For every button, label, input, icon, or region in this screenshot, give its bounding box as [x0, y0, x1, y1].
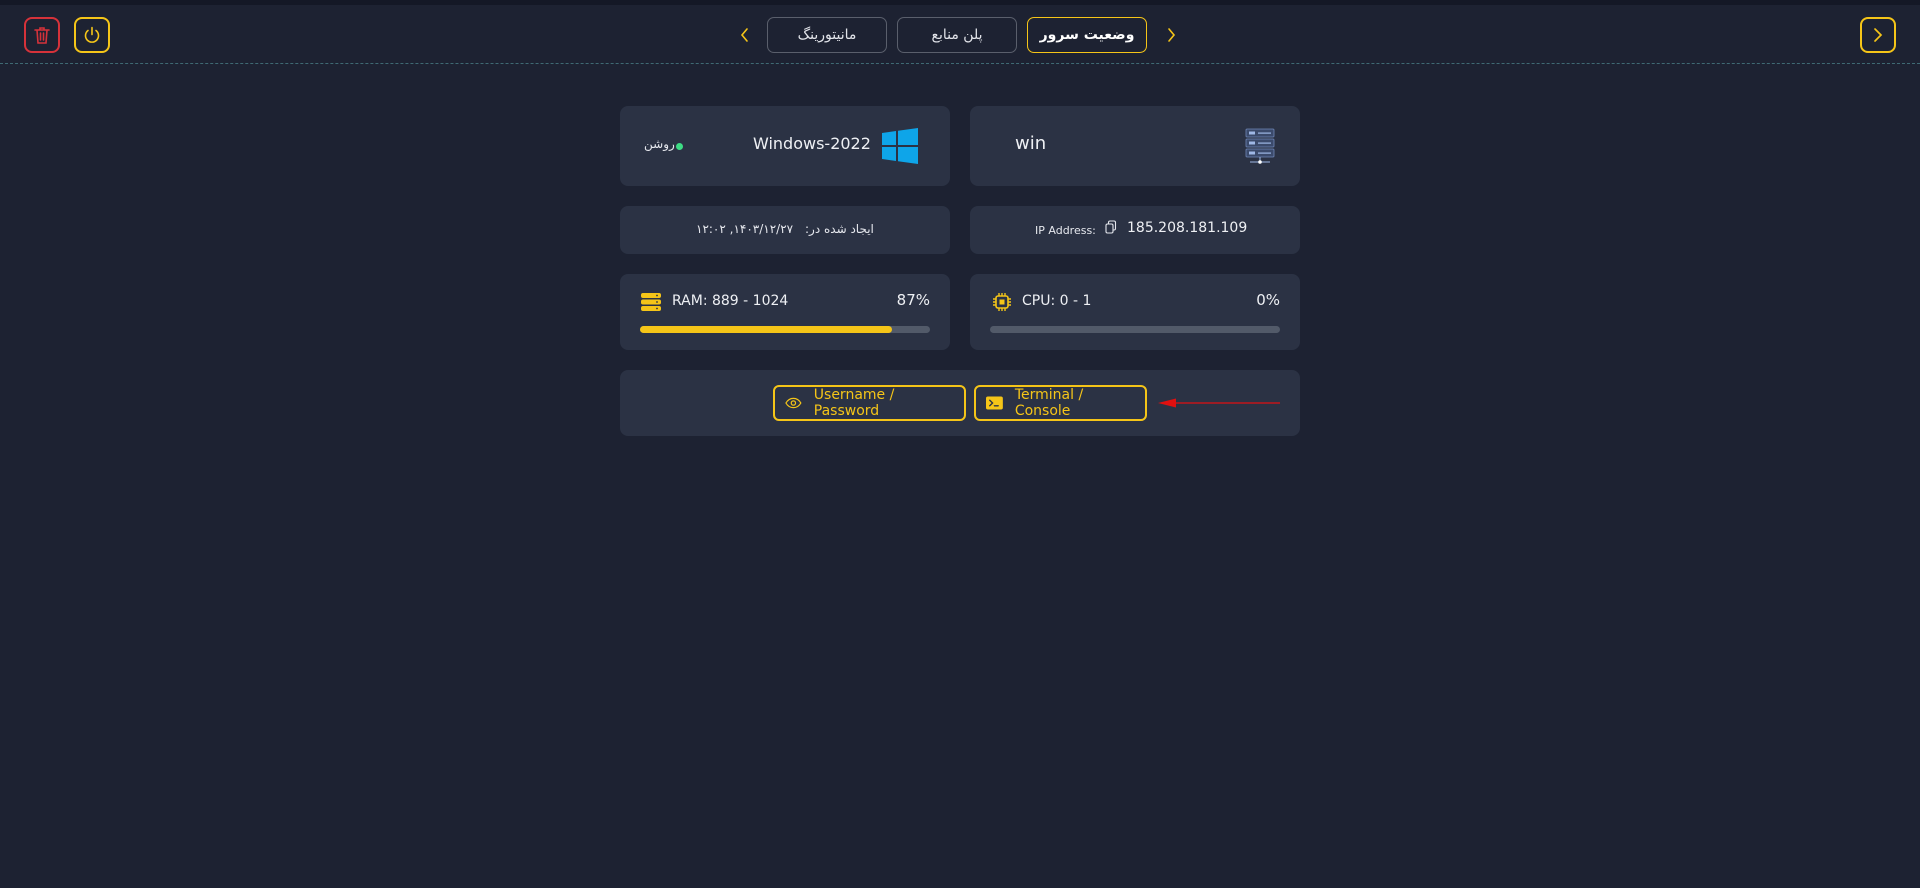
actions-card: Username / Password Terminal / Console — [620, 370, 1300, 436]
os-name: Windows-2022 — [753, 134, 871, 153]
tab-bar: مانیتورینگ پلن منابع وضعیت سرور — [733, 17, 1183, 53]
annotation-arrow — [1158, 398, 1280, 408]
header: مانیتورینگ پلن منابع وضعیت سرور — [0, 5, 1920, 64]
server-name-card: win — [970, 106, 1300, 186]
tab-resource-plan[interactable]: پلن منابع — [897, 17, 1017, 53]
cpu-icon — [993, 293, 1011, 311]
ram-card: RAM: 889 - 1024 87% — [620, 274, 950, 350]
power-icon — [84, 26, 100, 43]
chevron-right-icon — [1874, 28, 1883, 42]
credentials-button[interactable]: Username / Password — [773, 385, 966, 421]
tabs-next-button[interactable] — [1159, 17, 1183, 53]
created-date-card: ۱۴۰۳/۱۲/۲۷, ۱۲:۰۲ ایجاد شده در: — [620, 206, 950, 254]
ram-progress-fill — [640, 326, 893, 333]
console-button[interactable]: Terminal / Console — [974, 385, 1147, 421]
chevron-left-icon — [740, 28, 748, 42]
tabs-prev-button[interactable] — [733, 17, 757, 53]
back-button[interactable] — [1860, 17, 1896, 53]
cpu-percent: 0% — [1256, 291, 1280, 309]
eye-icon — [785, 397, 802, 409]
tab-monitoring[interactable]: مانیتورینگ — [767, 17, 887, 53]
ip-label: IP Address: — [1035, 224, 1096, 237]
cpu-card: CPU: 0 - 1 0% — [970, 274, 1300, 350]
power-button[interactable] — [74, 17, 110, 53]
tab-server-status[interactable]: وضعیت سرور — [1027, 17, 1147, 53]
status-dot — [676, 143, 683, 150]
copy-icon[interactable] — [1105, 220, 1117, 234]
windows-logo-icon — [882, 128, 918, 164]
cpu-progress-track — [990, 326, 1280, 333]
ip-card: IP Address: 185.208.181.109 — [970, 206, 1300, 254]
ram-icon — [641, 293, 661, 311]
trash-icon — [34, 27, 50, 44]
os-card: روشن Windows-2022 — [620, 106, 950, 186]
delete-server-button[interactable] — [24, 17, 60, 53]
cpu-label: CPU: 0 - 1 — [1022, 293, 1092, 309]
console-button-label: Terminal / Console — [1014, 387, 1084, 419]
status-text: روشن — [644, 137, 675, 151]
ram-label: RAM: 889 - 1024 — [672, 293, 789, 309]
server-rack-icon — [1245, 128, 1275, 164]
created-date-value: ۱۴۰۳/۱۲/۲۷, ۱۲:۰۲ — [696, 222, 794, 236]
ram-percent: 87% — [896, 291, 930, 309]
ram-progress-track — [640, 326, 930, 333]
terminal-icon — [986, 396, 1003, 410]
chevron-right-icon — [1168, 28, 1176, 42]
ip-address: 185.208.181.109 — [1127, 220, 1248, 236]
credentials-button-label: Username / Password — [813, 387, 895, 419]
server-name: win — [1015, 133, 1047, 154]
created-date-label: ایجاد شده در: — [805, 222, 874, 236]
